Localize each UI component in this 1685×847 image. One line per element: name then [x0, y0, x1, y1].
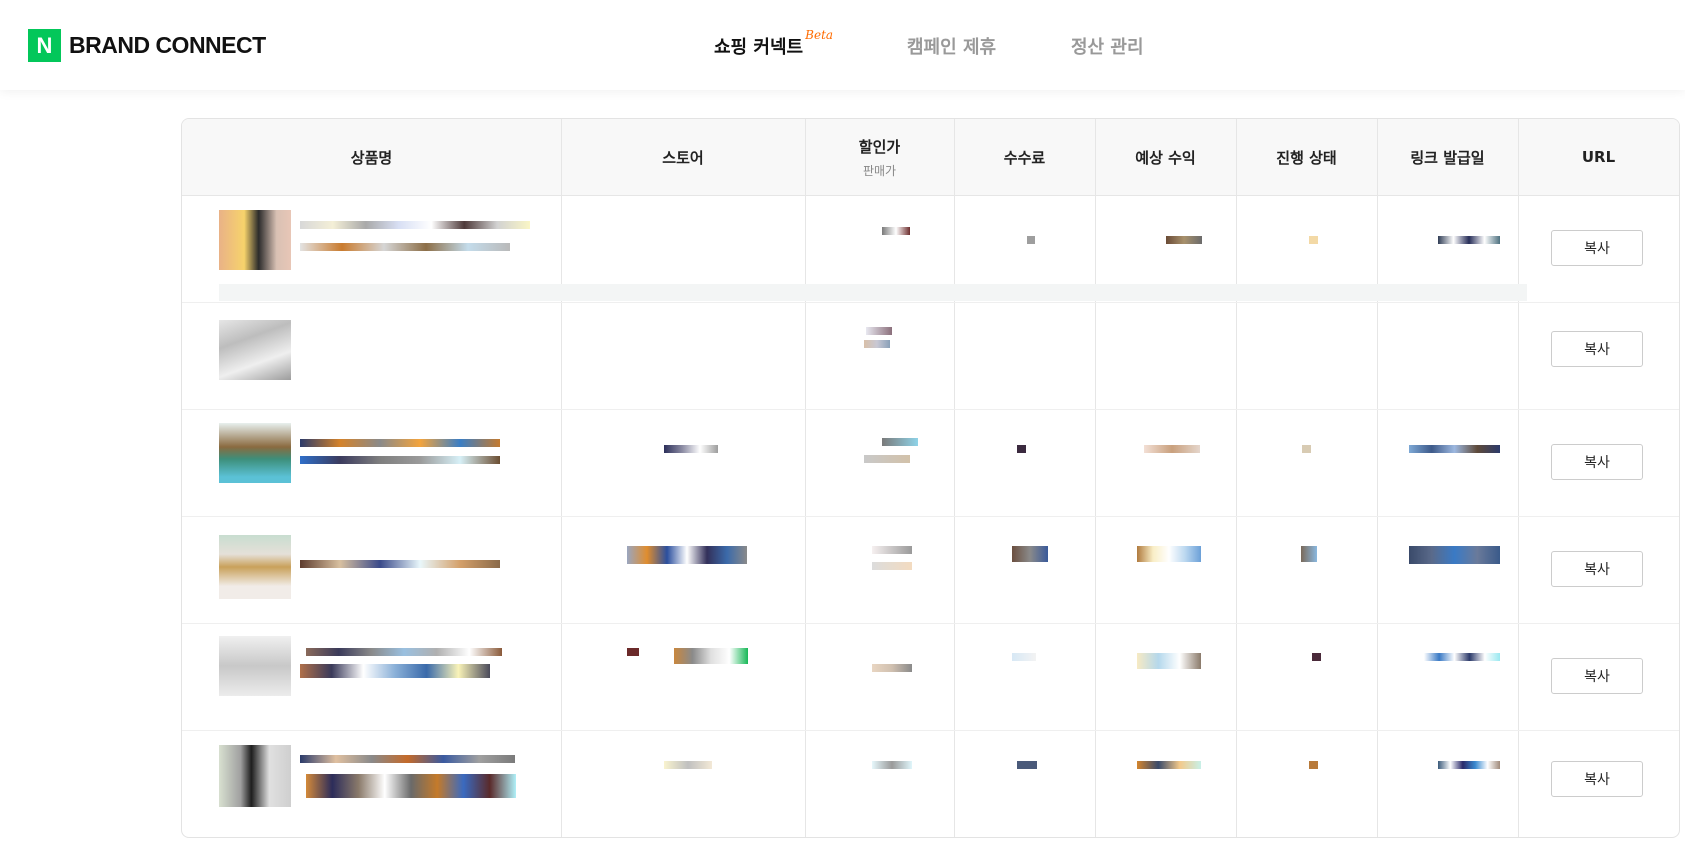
status-blurred [1302, 445, 1311, 453]
product-thumbnail[interactable] [219, 535, 291, 599]
table-header: 상품명 스토어 할인가 판매가 수수료 예상 수익 진행 상태 링크 발급일 U… [182, 119, 1679, 196]
store-name-blurred [627, 648, 639, 656]
status-blurred [1312, 653, 1321, 661]
product-thumbnail[interactable] [219, 636, 291, 696]
store-name-blurred-2 [674, 648, 748, 664]
earnings-blurred [1137, 546, 1201, 562]
status-blurred [1301, 546, 1317, 562]
store-name-blurred [664, 761, 712, 769]
earnings-blurred [1166, 236, 1202, 244]
commission-blurred [1017, 761, 1037, 769]
beta-badge: Beta [805, 28, 834, 42]
discount-price-blurred [882, 438, 918, 446]
product-option-blurred [300, 664, 490, 678]
discount-price-blurred [872, 761, 912, 769]
col-expected-earnings: 예상 수익 [1135, 148, 1196, 167]
col-status: 진행 상태 [1276, 148, 1337, 167]
sale-price-blurred [864, 340, 890, 348]
store-name-blurred [664, 445, 718, 453]
sale-price-blurred [872, 664, 912, 672]
sale-price-blurred [864, 455, 910, 463]
row-separator-strip [219, 284, 1527, 301]
copy-url-button[interactable]: 복사 [1551, 658, 1643, 694]
product-thumbnail[interactable] [219, 745, 291, 807]
discount-price-blurred [882, 227, 910, 235]
product-option-blurred [300, 456, 500, 464]
top-header: N BRAND CONNECT 쇼핑 커넥트 Beta 캠페인 제휴 정산 관리 [0, 0, 1685, 90]
col-url: URL [1581, 148, 1616, 166]
commission-blurred [1017, 445, 1026, 453]
copy-url-button[interactable]: 복사 [1551, 230, 1643, 266]
link-date-blurred [1424, 653, 1500, 661]
nav-campaign[interactable]: 캠페인 제휴 [907, 33, 996, 59]
table-row: 복사 [182, 516, 1679, 624]
commission-blurred [1012, 546, 1048, 562]
earnings-blurred [1137, 761, 1201, 769]
table-row: 복사 [182, 623, 1679, 731]
logo-text: BRAND CONNECT [69, 32, 266, 58]
link-date-blurred [1438, 761, 1500, 769]
col-discount-price: 할인가 판매가 [858, 137, 901, 178]
link-date-blurred [1409, 445, 1500, 453]
discount-price-blurred [872, 546, 912, 554]
product-table: 상품명 스토어 할인가 판매가 수수료 예상 수익 진행 상태 링크 발급일 U… [181, 118, 1680, 838]
earnings-blurred [1137, 653, 1201, 669]
product-option-blurred [300, 243, 510, 251]
commission-blurred [1027, 236, 1035, 244]
status-blurred [1309, 761, 1318, 769]
product-option-blurred [306, 774, 516, 798]
product-thumbnail[interactable] [219, 320, 291, 380]
product-thumbnail[interactable] [219, 210, 291, 270]
table-row: 복사 [182, 302, 1679, 410]
nav-label: 쇼핑 커넥트 [714, 37, 804, 58]
discount-price-blurred [866, 327, 892, 335]
copy-url-button[interactable]: 복사 [1551, 761, 1643, 797]
brand-logo[interactable]: N BRAND CONNECT [28, 29, 266, 62]
store-name-blurred [627, 546, 747, 564]
commission-blurred [1012, 653, 1036, 661]
sale-price-blurred [872, 562, 912, 570]
copy-url-button[interactable]: 복사 [1551, 444, 1643, 480]
status-blurred [1309, 236, 1318, 244]
col-link-date: 링크 발급일 [1410, 148, 1485, 167]
nav-settlement[interactable]: 정산 관리 [1071, 33, 1144, 59]
col-store: 스토어 [662, 148, 704, 167]
nav-shopping-connect[interactable]: 쇼핑 커넥트 Beta [714, 28, 833, 59]
link-date-blurred [1409, 546, 1500, 564]
earnings-blurred [1144, 445, 1200, 453]
copy-url-button[interactable]: 복사 [1551, 331, 1643, 367]
product-name-blurred[interactable] [306, 648, 502, 656]
naver-n-icon: N [28, 29, 61, 62]
col-commission: 수수료 [1003, 148, 1046, 167]
link-date-blurred [1438, 236, 1500, 244]
table-row: 복사 [182, 730, 1679, 837]
product-name-blurred[interactable] [300, 439, 500, 447]
col-product-name: 상품명 [350, 148, 393, 167]
copy-url-button[interactable]: 복사 [1551, 551, 1643, 587]
product-name-blurred[interactable] [300, 221, 530, 229]
product-name-blurred[interactable] [300, 755, 515, 763]
table-row: 복사 [182, 409, 1679, 517]
product-name-blurred[interactable] [300, 560, 500, 568]
product-thumbnail[interactable] [219, 423, 291, 483]
